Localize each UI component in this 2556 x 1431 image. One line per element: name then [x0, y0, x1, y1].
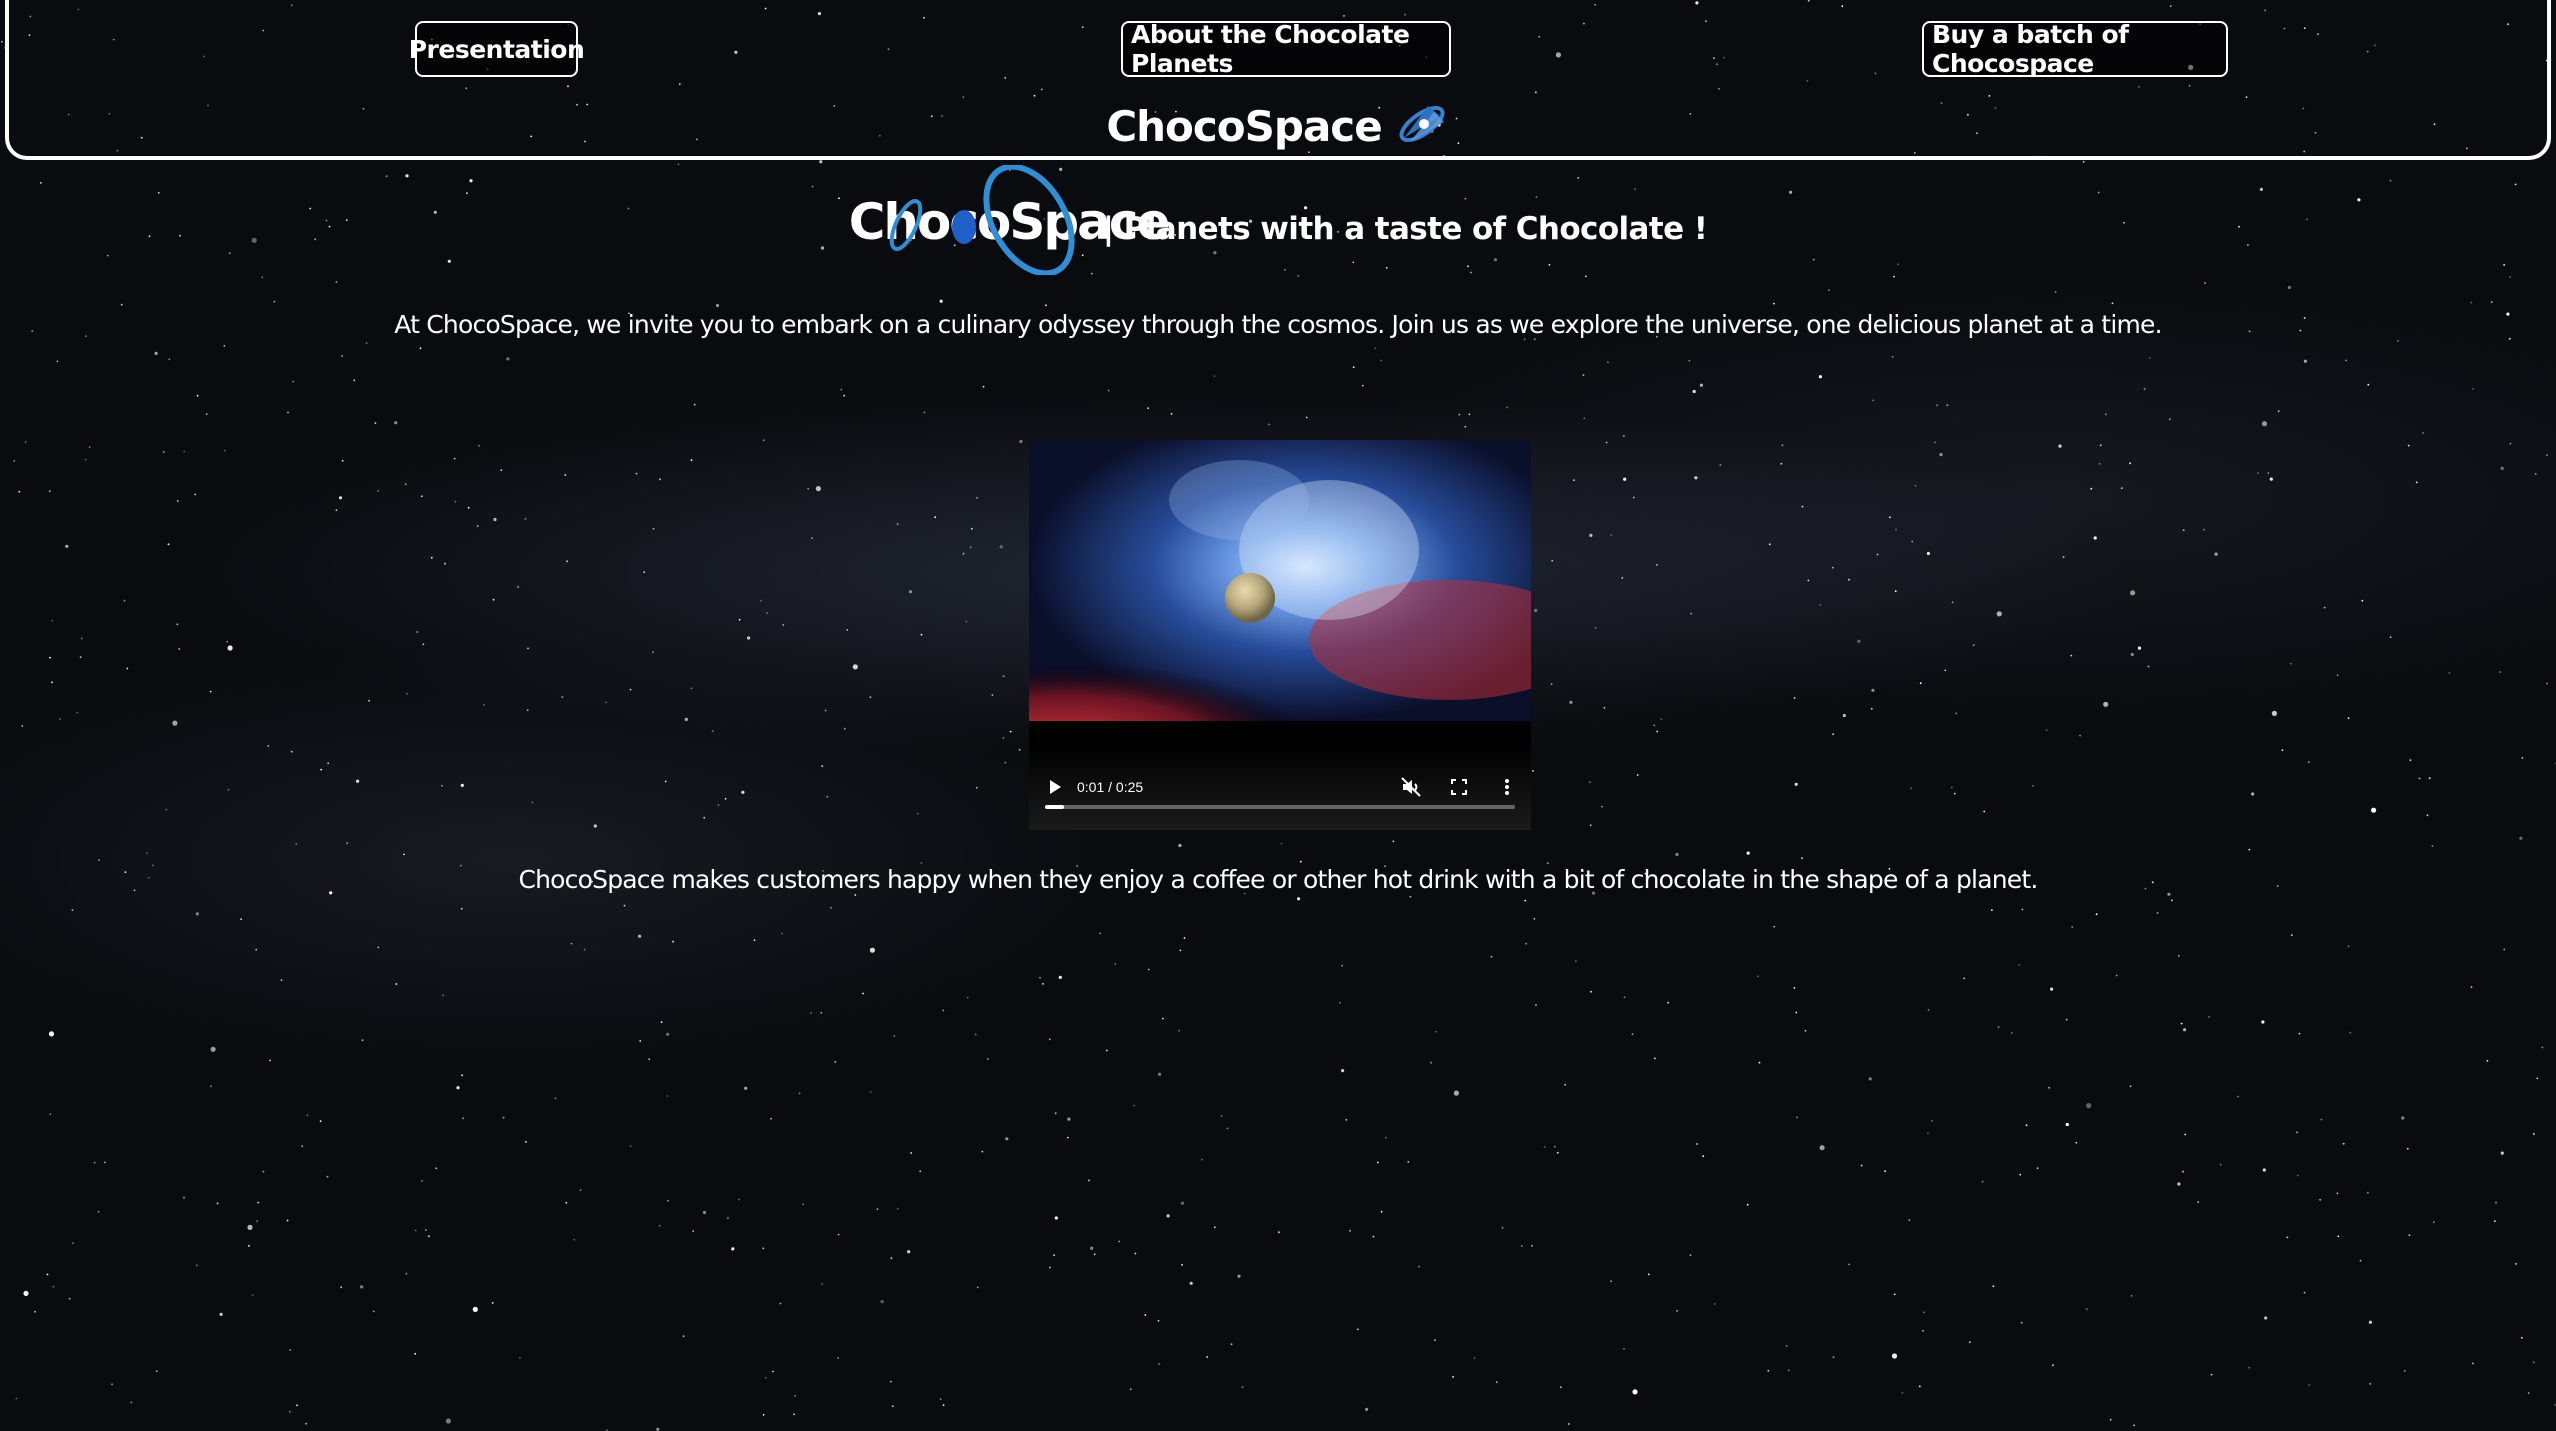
more-options-icon[interactable] — [1495, 775, 1519, 799]
video-time: 0:01 / 0:25 — [1077, 779, 1144, 795]
video-progress-bar[interactable] — [1045, 805, 1515, 809]
chocospace-logo: ChocoSpace — [849, 165, 1170, 275]
video-frame[interactable] — [1029, 440, 1531, 721]
hero: ChocoSpace | Planets with a taste of Cho… — [0, 165, 2556, 275]
hero-tagline: | Planets with a taste of Chocolate ! — [1102, 211, 1708, 247]
nav-presentation-button[interactable]: Presentation — [409, 21, 585, 77]
brand: ChocoSpace — [9, 98, 2547, 154]
video-player[interactable]: 0:01 / 0:25 — [1029, 440, 1531, 830]
outro-text: ChocoSpace makes customers happy when th… — [518, 865, 2038, 894]
fullscreen-icon[interactable] — [1447, 775, 1471, 799]
play-icon[interactable] — [1043, 775, 1067, 799]
brand-name: ChocoSpace — [1106, 101, 1382, 151]
muted-volume-icon[interactable] — [1399, 775, 1423, 799]
video-progress-fill — [1045, 805, 1064, 809]
chocolate-planet — [1225, 573, 1275, 623]
page: Presentation About the Chocolate Planets… — [0, 0, 2556, 1431]
site-header: Presentation About the Chocolate Planets… — [5, 0, 2551, 160]
nav-about-button[interactable]: About the Chocolate Planets — [1121, 20, 1451, 78]
nav-buy-button[interactable]: Buy a batch of Chocospace — [1922, 20, 2228, 78]
planet-rocket-icon — [1394, 98, 1450, 154]
orbit-ring-icon — [889, 165, 1075, 275]
intro-text: At ChocoSpace, we invite you to embark o… — [394, 310, 2162, 339]
